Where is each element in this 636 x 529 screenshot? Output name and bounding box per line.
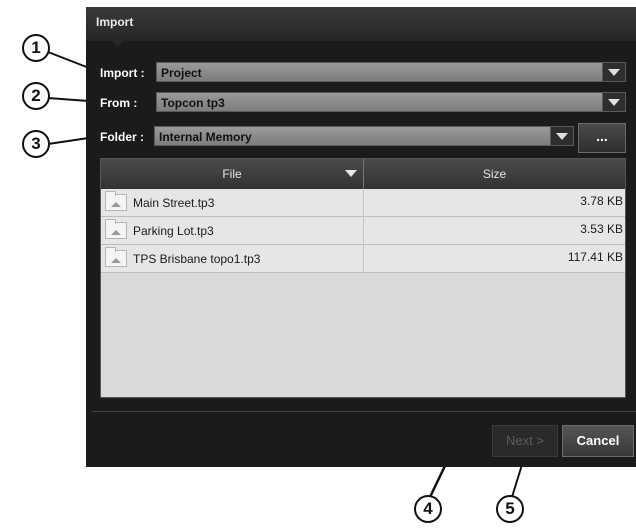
sort-down-icon[interactable] (345, 170, 357, 177)
cancel-button[interactable]: Cancel (562, 425, 634, 457)
callout-marker-4: 4 (414, 495, 442, 523)
file-table: File Size Main Street.tp3 3.78 KB Parkin… (100, 158, 626, 398)
from-format-dropdown-button[interactable] (602, 93, 625, 111)
chevron-down-icon (608, 69, 620, 76)
folder-dropdown-button[interactable] (550, 127, 573, 145)
import-type-dropdown[interactable]: Project (156, 62, 626, 82)
file-size: 3.78 KB (580, 194, 623, 208)
table-row[interactable]: Parking Lot.tp3 3.53 KB (101, 217, 625, 245)
folder-dropdown[interactable]: Internal Memory (154, 126, 574, 146)
table-header: File Size (101, 159, 625, 189)
folder-value: Internal Memory (159, 130, 252, 144)
from-label: From : (100, 96, 138, 110)
file-name: TPS Brisbane topo1.tp3 (133, 252, 261, 266)
dialog-titlebar: Import (86, 7, 636, 41)
title-notch (112, 41, 124, 47)
chevron-down-icon (608, 99, 620, 106)
file-name: Parking Lot.tp3 (133, 224, 214, 238)
dialog-title: Import (96, 15, 134, 29)
file-name: Main Street.tp3 (133, 196, 215, 210)
import-type-value: Project (161, 66, 202, 80)
cell-divider (363, 217, 364, 245)
chevron-down-icon (556, 133, 568, 140)
callout-marker-3: 3 (22, 130, 50, 158)
file-icon (105, 247, 127, 267)
file-size: 117.41 KB (567, 250, 623, 264)
table-row[interactable]: TPS Brisbane topo1.tp3 117.41 KB (101, 245, 625, 273)
footer-divider (92, 411, 636, 412)
browse-folder-button[interactable]: ... (578, 123, 626, 153)
folder-label: Folder : (100, 130, 144, 144)
column-header-file[interactable]: File (101, 159, 363, 189)
callout-marker-1: 1 (22, 34, 50, 62)
import-type-dropdown-button[interactable] (602, 63, 625, 81)
cell-divider (363, 189, 364, 217)
from-format-value: Topcon tp3 (161, 96, 225, 110)
file-icon (105, 191, 127, 211)
file-icon (105, 219, 127, 239)
from-format-dropdown[interactable]: Topcon tp3 (156, 92, 626, 112)
next-button[interactable]: Next > (492, 425, 558, 457)
cell-divider (363, 245, 364, 273)
table-row[interactable]: Main Street.tp3 3.78 KB (101, 189, 625, 217)
import-label: Import : (100, 66, 145, 80)
file-size: 3.53 KB (580, 222, 623, 236)
callout-marker-2: 2 (22, 82, 50, 110)
column-header-size[interactable]: Size (364, 159, 625, 189)
callout-marker-5: 5 (496, 495, 524, 523)
